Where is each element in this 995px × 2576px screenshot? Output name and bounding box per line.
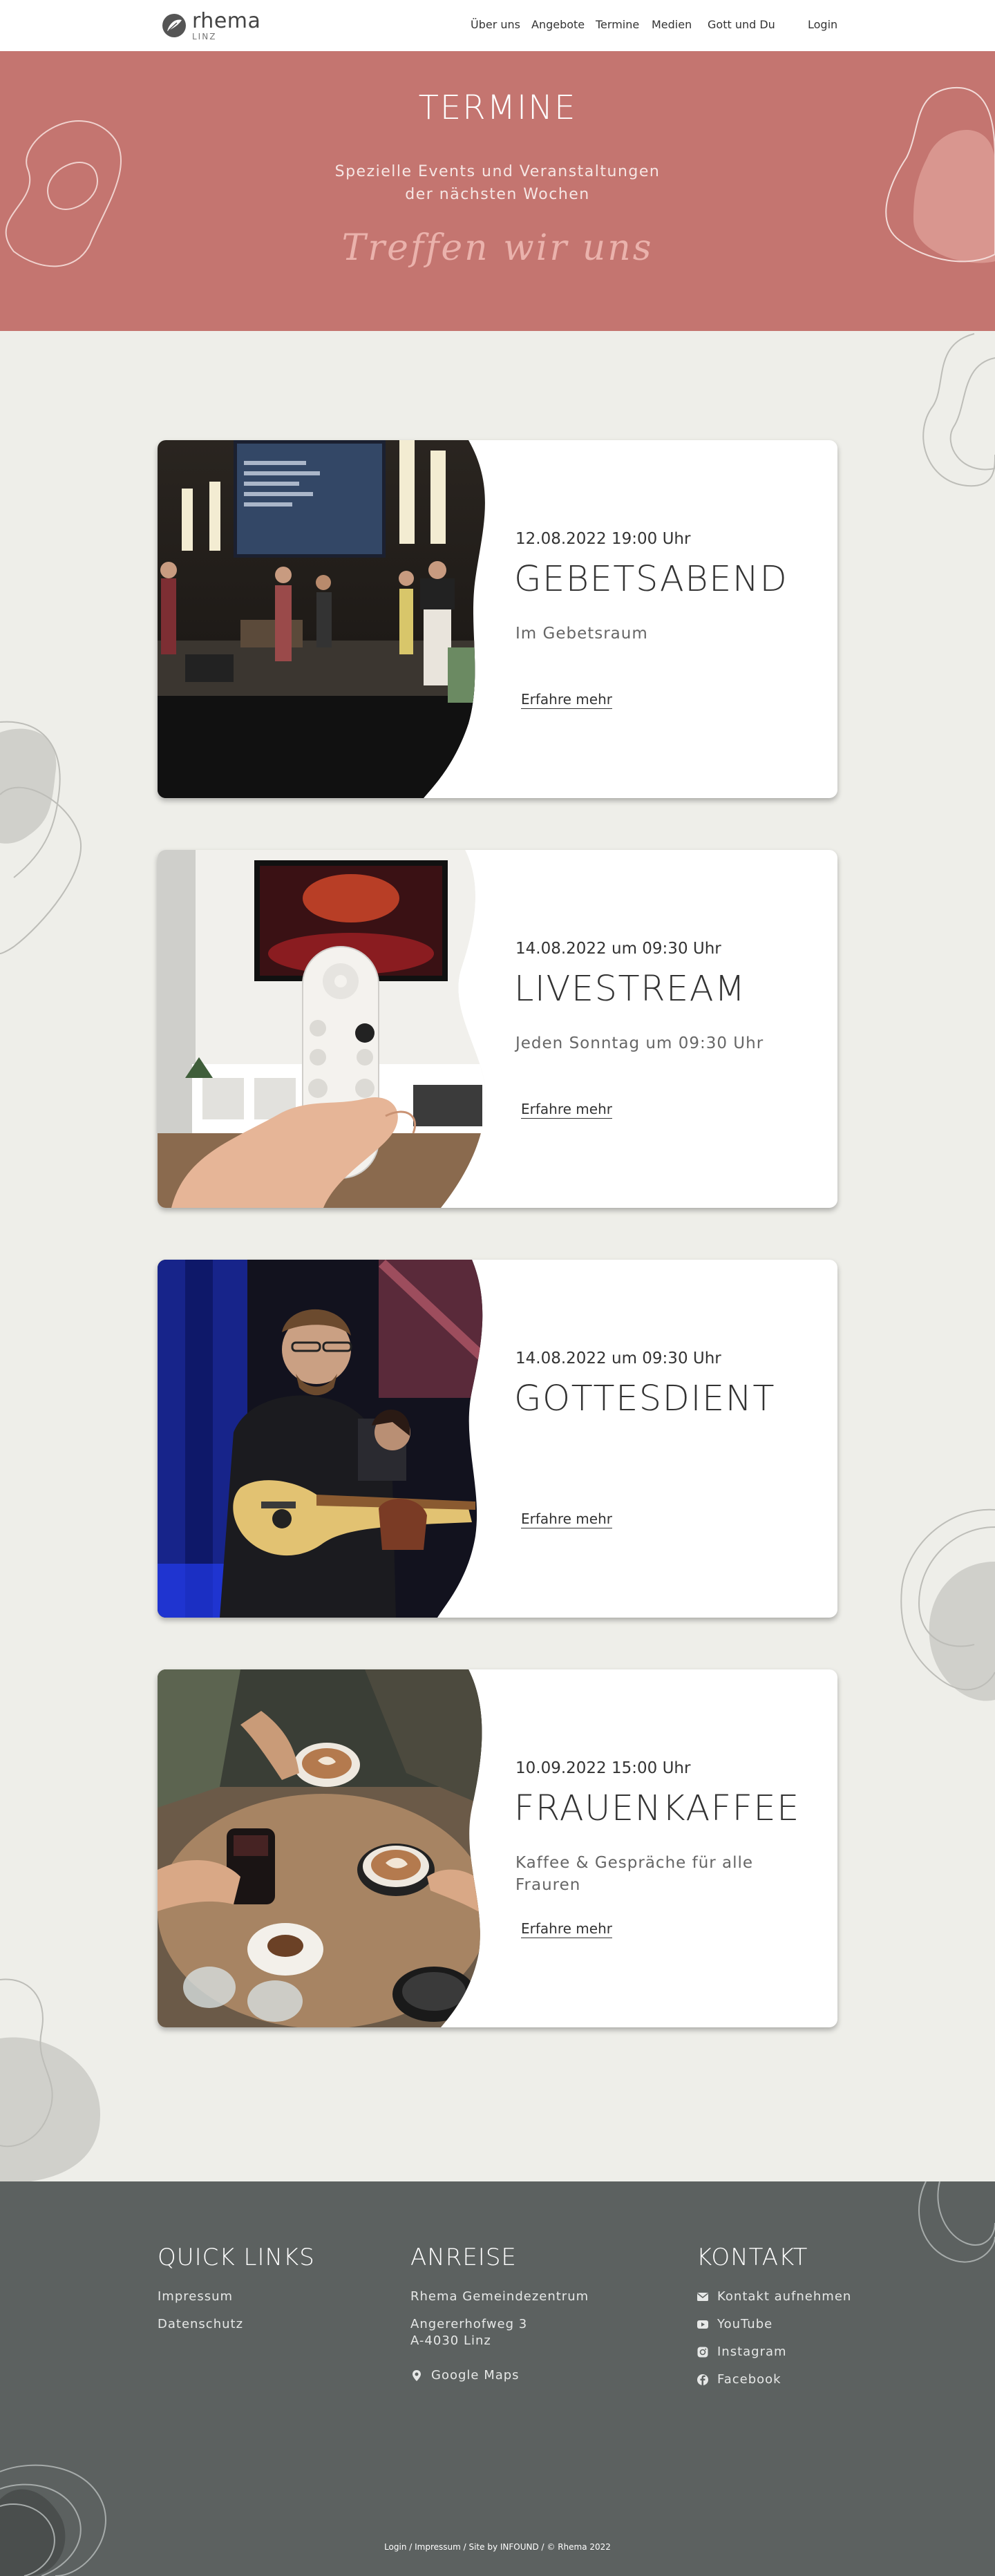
event-image-tv-remote bbox=[158, 850, 486, 1208]
footer-bottom-bar[interactable]: Login / Impressum / Site by INFOUND / © … bbox=[0, 2542, 995, 2552]
decorative-blob-left-mid bbox=[0, 721, 82, 954]
hero-banner: TERMINE Spezielle Events und Veranstaltu… bbox=[0, 51, 995, 331]
event-image-guitarist bbox=[158, 1260, 483, 1618]
decorative-blob-right-mid bbox=[900, 1508, 995, 1701]
event-card[interactable]: 14.08.2022 um 09:30 Uhr GOTTESDIENT Erfa… bbox=[158, 1260, 837, 1618]
hero-subtitle: Spezielle Events und Veranstaltungen der… bbox=[290, 160, 705, 206]
event-image-church-stage bbox=[158, 440, 485, 798]
read-more-link[interactable]: Erfahre mehr bbox=[521, 1101, 612, 1119]
logo-text: rhema LINZ bbox=[192, 8, 261, 41]
rhema-logo[interactable]: rhema LINZ bbox=[160, 8, 271, 43]
venue-city: A-4030 Linz bbox=[410, 2333, 491, 2348]
google-maps-link[interactable]: Google Maps bbox=[431, 2367, 520, 2384]
decorative-swirl-footer-left bbox=[0, 2464, 106, 2576]
event-date: 14.08.2022 um 09:30 Uhr bbox=[515, 940, 721, 958]
envelope-icon bbox=[697, 2293, 708, 2301]
nav-item-angebote[interactable]: Angebote bbox=[531, 18, 585, 31]
decorative-swirl-right-top bbox=[922, 333, 995, 487]
footer-link-datenschutz[interactable]: Datenschutz bbox=[158, 2316, 243, 2333]
event-description: Jeden Sonntag um 09:30 Uhr bbox=[515, 1034, 764, 1052]
instagram-link[interactable]: Instagram bbox=[717, 2344, 787, 2360]
nav-item-termine[interactable]: Termine bbox=[596, 18, 639, 31]
quick-links-heading: QUICK LINKS bbox=[158, 2244, 315, 2271]
instagram-icon bbox=[697, 2347, 708, 2358]
hero-subtitle-line1: Spezielle Events und Veranstaltungen bbox=[334, 163, 661, 180]
kontakt-heading: KONTAKT bbox=[696, 2244, 808, 2271]
event-title: FRAUENKAFFEE bbox=[514, 1788, 800, 1829]
read-more-link[interactable]: Erfahre mehr bbox=[521, 1510, 612, 1528]
event-card[interactable]: 12.08.2022 19:00 Uhr GEBETSABEND Im Gebe… bbox=[158, 440, 837, 798]
nav-item-ueber-uns[interactable]: Über uns bbox=[471, 18, 520, 31]
anreise-heading: ANREISE bbox=[410, 2244, 517, 2271]
hero-script-text: Treffen wir uns bbox=[341, 227, 654, 269]
nav-item-medien[interactable]: Medien bbox=[652, 18, 692, 31]
nav-item-gott-und-du[interactable]: Gott und Du bbox=[708, 18, 775, 31]
event-date: 12.08.2022 19:00 Uhr bbox=[515, 530, 691, 548]
event-card[interactable]: 10.09.2022 15:00 Uhr FRAUENKAFFEE Kaffee… bbox=[158, 1669, 837, 2027]
read-more-link[interactable]: Erfahre mehr bbox=[521, 1920, 612, 1938]
site-header: rhema LINZ Über uns Angebote Termine Med… bbox=[0, 0, 995, 51]
event-date: 10.09.2022 15:00 Uhr bbox=[515, 1759, 691, 1777]
hero-subtitle-line2: der nächsten Wochen bbox=[405, 186, 590, 203]
footer-link-impressum[interactable]: Impressum bbox=[158, 2289, 233, 2305]
event-title: LIVESTREAM bbox=[514, 969, 746, 1010]
event-description: Im Gebetsraum bbox=[515, 625, 648, 643]
read-more-link[interactable]: Erfahre mehr bbox=[521, 691, 612, 709]
youtube-link[interactable]: YouTube bbox=[717, 2316, 773, 2333]
map-pin-icon bbox=[413, 2370, 421, 2381]
hero-title: TERMINE bbox=[418, 88, 577, 127]
logo-mark-icon bbox=[162, 14, 186, 37]
decorative-swirl-footer-right bbox=[918, 2181, 995, 2263]
decorative-swirl-left bbox=[5, 120, 122, 267]
event-title: GEBETSABEND bbox=[514, 559, 788, 600]
facebook-link[interactable]: Facebook bbox=[717, 2371, 781, 2388]
event-description: Kaffee & Gespräche für alle Frauren bbox=[515, 1854, 754, 1894]
logo-name: rhema bbox=[192, 8, 261, 33]
event-image-coffee bbox=[158, 1669, 482, 2027]
venue-name: Rhema Gemeindezentrum bbox=[410, 2289, 589, 2304]
decorative-blob-left-bottom bbox=[0, 1978, 100, 2184]
kontakt-aufnehmen-link[interactable]: Kontakt aufnehmen bbox=[717, 2289, 851, 2305]
youtube-icon bbox=[697, 2320, 708, 2329]
event-title: GOTTESDIENT bbox=[514, 1379, 776, 1419]
facebook-icon bbox=[697, 2374, 708, 2385]
venue-street: Angererhofweg 3 bbox=[410, 2317, 528, 2331]
event-card[interactable]: 14.08.2022 um 09:30 Uhr LIVESTREAM Jeden… bbox=[158, 850, 837, 1208]
event-date: 14.08.2022 um 09:30 Uhr bbox=[515, 1349, 721, 1367]
logo-city: LINZ bbox=[192, 31, 217, 41]
nav-item-login[interactable]: Login bbox=[808, 18, 837, 31]
site-footer: QUICK LINKS Impressum Datenschutz ANREIS… bbox=[0, 2181, 995, 2576]
